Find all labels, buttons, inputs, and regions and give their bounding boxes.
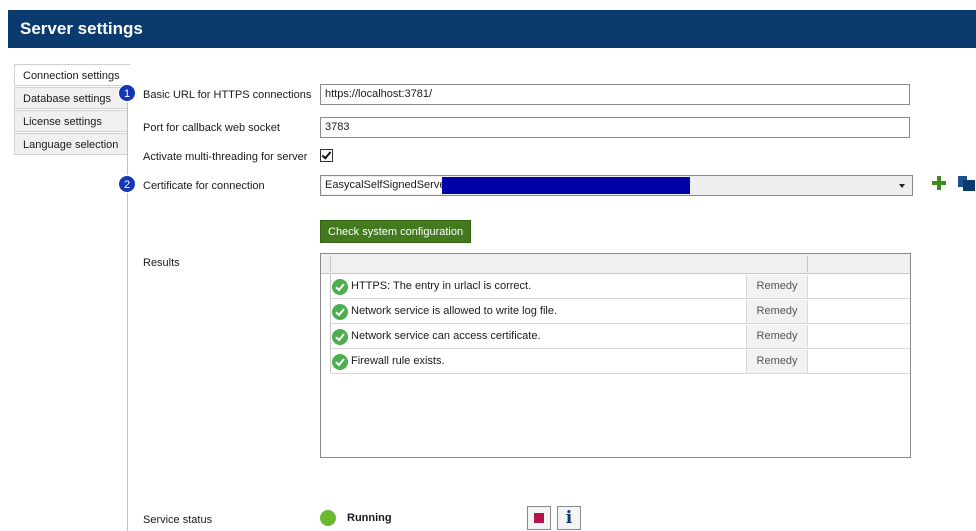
stop-service-button[interactable] [527, 506, 551, 530]
info-button[interactable]: i [557, 506, 581, 530]
info-icon: i [565, 508, 573, 528]
https-url-label: Basic URL for HTTPS connections [143, 89, 312, 101]
check-system-configuration-button[interactable]: Check system configuration [320, 220, 472, 243]
result-message: Network service is allowed to write log … [351, 305, 558, 317]
results-row: Network service is allowed to write log … [331, 300, 910, 324]
results-grid: HTTPS: The entry in urlacl is correct. R… [320, 253, 911, 458]
service-status-label: Service status [143, 514, 213, 526]
nav-item-connection-settings[interactable]: Connection settings [14, 64, 130, 86]
step-badge-1: 1 [118, 84, 136, 102]
plus-icon[interactable] [931, 175, 947, 191]
check-circle-icon [332, 304, 348, 320]
https-url-input[interactable]: https://localhost:3781/ [320, 84, 910, 105]
remedy-button[interactable]: Remedy [746, 325, 808, 348]
results-grid-header [321, 254, 910, 274]
nav-item-database-settings[interactable]: Database settings [14, 87, 128, 109]
remedy-button[interactable]: Remedy [746, 275, 808, 298]
title-bar: Server settings [8, 10, 976, 48]
callback-port-label: Port for callback web socket [143, 122, 280, 134]
stop-icon [534, 513, 544, 523]
certificate-label: Certificate for connection [143, 180, 265, 192]
window-title: Server settings [20, 19, 143, 38]
check-circle-icon [332, 354, 348, 370]
check-circle-icon [332, 329, 348, 345]
certificate-select[interactable]: EasycalSelfSignedServer [320, 175, 913, 196]
nav-item-language-selection[interactable]: Language selection [14, 133, 128, 155]
results-row: HTTPS: The entry in urlacl is correct. R… [331, 275, 910, 299]
content-divider [127, 64, 128, 531]
multithreading-checkbox[interactable] [320, 149, 333, 162]
service-status-value: Running [347, 512, 392, 524]
multithreading-label: Activate multi-threading for server [143, 151, 308, 163]
status-indicator-icon [320, 510, 336, 526]
certificate-selection-highlight [442, 177, 690, 194]
remedy-button[interactable]: Remedy [746, 300, 808, 323]
result-message: Network service can access certificate. [351, 330, 541, 342]
result-message: Firewall rule exists. [351, 355, 445, 367]
results-row: Firewall rule exists. Remedy [331, 350, 910, 374]
callback-port-input[interactable]: 3783 [320, 117, 910, 138]
results-label: Results [143, 257, 180, 269]
step-badge-2: 2 [118, 175, 136, 193]
result-message: HTTPS: The entry in urlacl is correct. [351, 280, 532, 292]
check-circle-icon [332, 279, 348, 295]
results-row: Network service can access certificate. … [331, 325, 910, 349]
certificate-selected-value: EasycalSelfSignedServer [322, 177, 449, 194]
nav-item-license-settings[interactable]: License settings [14, 110, 128, 132]
settings-nav: Connection settings Database settings Li… [14, 64, 130, 156]
remedy-button[interactable]: Remedy [746, 350, 808, 373]
checkmark-icon [321, 149, 332, 160]
copy-icon[interactable] [956, 175, 976, 191]
chevron-down-icon [899, 184, 905, 188]
